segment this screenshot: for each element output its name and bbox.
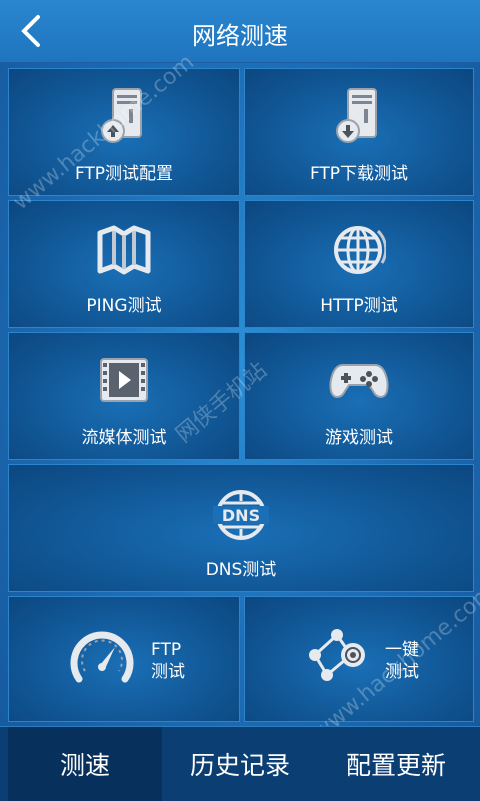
game-label: 游戏测试 <box>325 428 393 448</box>
map-icon <box>96 225 152 279</box>
share-nodes-icon <box>305 627 371 687</box>
speedometer-icon <box>69 627 135 693</box>
dns-icon: DNS <box>213 489 269 545</box>
film-icon <box>99 357 149 407</box>
ftp-test-label-line2: 测试 <box>151 662 185 682</box>
ftp-download-label: FTP下载测试 <box>309 164 409 184</box>
header-bar: 网络测速 <box>0 0 480 63</box>
ping-label: PING测试 <box>86 296 162 316</box>
tab-config-update[interactable]: 配置更新 <box>318 727 474 801</box>
globe-icon <box>332 223 388 281</box>
onekey-test-tile[interactable]: 一键 测试 <box>244 596 474 722</box>
ftp-download-server-icon <box>334 87 384 149</box>
gamepad-icon <box>329 361 389 405</box>
ftp-download-tile[interactable]: FTP下载测试 <box>244 68 474 196</box>
dns-tile[interactable]: DNS DNS测试 <box>8 464 474 592</box>
streaming-tile[interactable]: 流媒体测试 <box>8 332 240 460</box>
http-tile[interactable]: HTTP测试 <box>244 200 474 328</box>
ftp-config-label: FTP测试配置 <box>74 164 174 184</box>
ftp-config-tile[interactable]: FTP测试配置 <box>8 68 240 196</box>
onekey-test-label-line2: 测试 <box>385 662 419 682</box>
ftp-test-tile[interactable]: FTP 测试 <box>8 596 240 722</box>
ftp-upload-server-icon <box>99 87 149 149</box>
ftp-test-label-line1: FTP <box>151 640 182 660</box>
http-label: HTTP测试 <box>320 296 398 316</box>
tab-history[interactable]: 历史记录 <box>162 727 318 801</box>
onekey-test-label-line1: 一键 <box>385 640 419 660</box>
streaming-label: 流媒体测试 <box>81 428 167 448</box>
bottom-tab-bar: 测速 历史记录 配置更新 <box>0 726 480 801</box>
svg-text:DNS: DNS <box>222 506 260 525</box>
dns-label: DNS测试 <box>205 560 277 580</box>
game-tile[interactable]: 游戏测试 <box>244 332 474 460</box>
page-title: 网络测速 <box>192 22 288 50</box>
tab-speed-test[interactable]: 测速 <box>8 727 162 801</box>
ping-tile[interactable]: PING测试 <box>8 200 240 328</box>
